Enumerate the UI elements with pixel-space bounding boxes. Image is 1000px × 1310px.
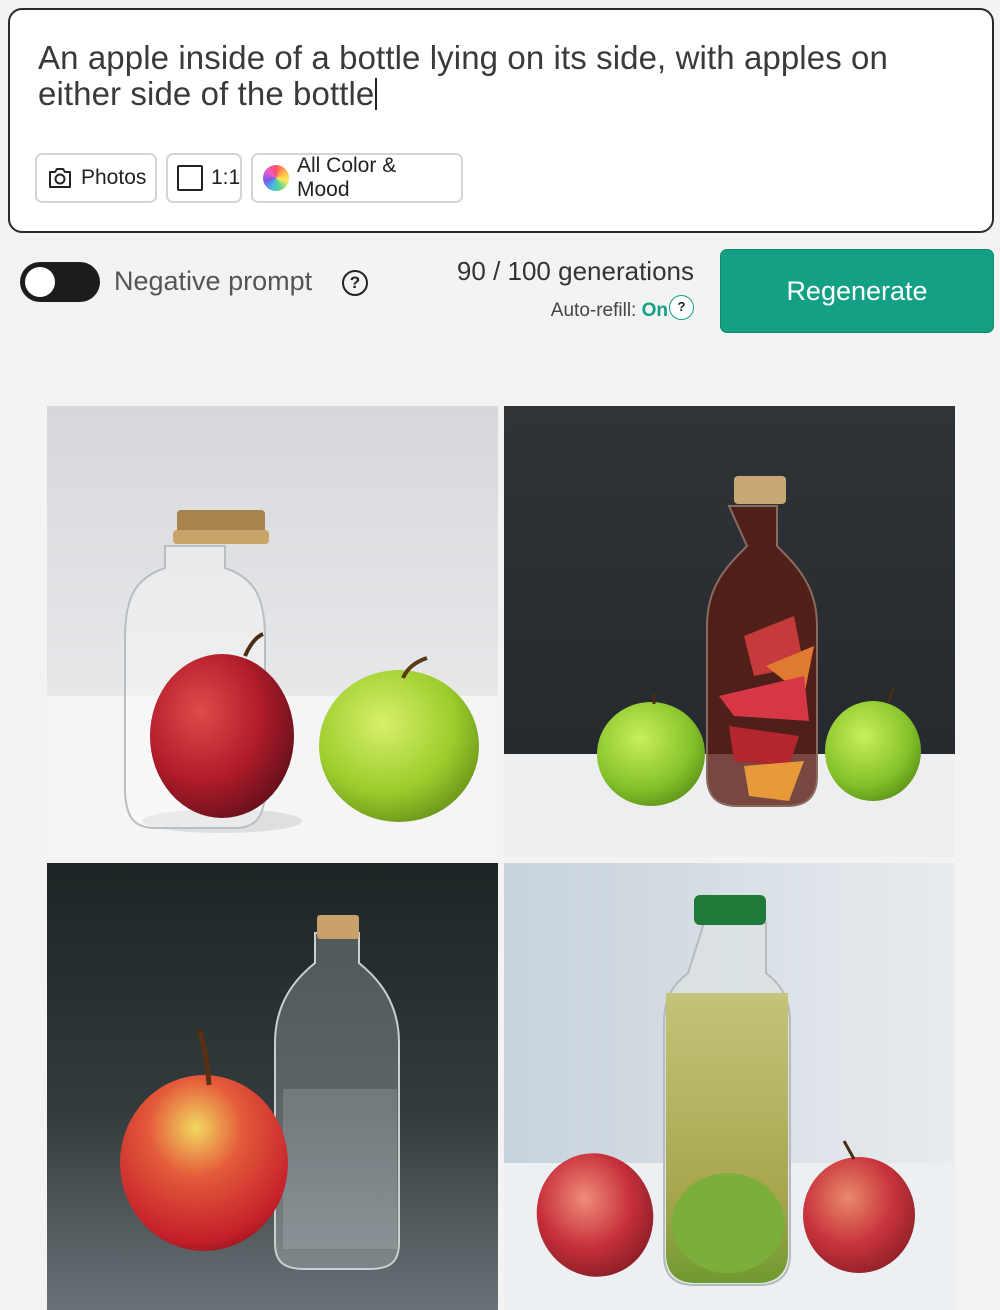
generations-counter: 90 / 100 generations — [456, 256, 694, 286]
color-wheel-icon — [263, 165, 289, 191]
aspect-ratio-chip[interactable]: 1:1 — [166, 153, 242, 203]
prompt-input[interactable]: An apple inside of a bottle lying on its… — [38, 40, 968, 112]
negative-prompt-label: Negative prompt — [114, 266, 313, 296]
auto-refill-label: Auto-refill: — [550, 300, 637, 321]
prompt-card: An apple inside of a bottle lying on its… — [8, 8, 994, 233]
toggle-knob — [25, 267, 55, 297]
auto-refill-value: On — [641, 300, 668, 321]
aspect-ratio-label: 1:1 — [211, 166, 241, 189]
result-image-1[interactable] — [47, 406, 498, 857]
color-mood-label: All Color & Mood — [297, 154, 397, 201]
text-caret — [375, 78, 378, 110]
camera-icon — [47, 166, 73, 190]
auto-refill-status: Auto-refill: On — [470, 300, 668, 322]
prompt-text[interactable]: An apple inside of a bottle lying on its… — [38, 39, 888, 112]
photos-label: Photos — [81, 166, 147, 189]
square-icon — [177, 165, 203, 191]
negative-prompt-help-icon[interactable]: ? — [342, 270, 368, 296]
negative-prompt-toggle[interactable] — [20, 262, 100, 302]
result-image-2[interactable] — [504, 406, 955, 857]
color-mood-chip[interactable]: All Color & Mood — [251, 153, 463, 203]
result-image-4[interactable] — [504, 863, 955, 1310]
style-chip-photos[interactable]: Photos — [35, 153, 157, 203]
auto-refill-help-icon[interactable]: ? — [669, 295, 694, 320]
result-image-3[interactable] — [47, 863, 498, 1310]
regenerate-button[interactable]: Regenerate — [720, 249, 994, 333]
